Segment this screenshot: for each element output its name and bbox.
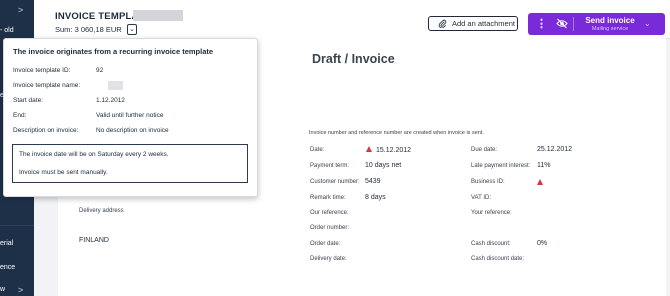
popup-label: End: — [13, 112, 27, 119]
field-value: 25.12.2012 — [537, 146, 573, 153]
field-label: Late payment interest: — [471, 163, 531, 169]
schedule-info-box: The invoice date will be on Saturday eve… — [12, 144, 248, 183]
field-label: Payment term: — [310, 163, 350, 169]
field-business-id — [537, 179, 547, 187]
chevron-right-icon[interactable]: > — [18, 285, 23, 295]
field-label: Our reference: — [310, 210, 349, 216]
field-label: Your reference: — [471, 210, 512, 216]
popup-title: The invoice originates from a recurring … — [13, 47, 214, 56]
delivery-country: FINLAND — [79, 237, 109, 244]
field-label: Remark time: — [310, 195, 346, 201]
sidebar-item-material[interactable]: erial — [0, 240, 13, 247]
eye-off-icon[interactable] — [556, 18, 568, 29]
field-date: 15.12.2012 — [366, 146, 411, 154]
invoice-sum: Sum: 3 060,18 EUR — [55, 25, 122, 34]
info-toggle-icon[interactable]: ⌄ — [127, 24, 137, 35]
add-attachment-label: Add an attachment — [452, 19, 515, 28]
delivery-address-label: Delivery address — [79, 208, 124, 214]
number-note: Invoice number and reference number are … — [309, 130, 484, 136]
popup-value: No description on invoice — [96, 127, 169, 134]
more-options-icon[interactable]: ⋮ — [536, 17, 547, 30]
popup-label: Start date: — [13, 97, 43, 104]
field-label: VAT ID: — [471, 195, 492, 201]
field-value: 0% — [537, 240, 548, 247]
popup-value: 1.12.2012 — [96, 97, 125, 104]
recurring-template-popup: The invoice originates from a recurring … — [3, 38, 258, 197]
popup-label: Description on invoice: — [13, 127, 79, 134]
field-label: Cash discount date: — [471, 256, 525, 262]
field-label: Delivery date: — [310, 256, 347, 262]
add-attachment-button[interactable]: Add an attachment — [428, 16, 518, 31]
popup-value: 92 — [96, 67, 104, 74]
sidebar-item-w[interactable]: w — [0, 286, 5, 293]
send-invoice-button[interactable]: ⋮ Send invoice Mailing service ⌄ — [528, 13, 665, 35]
field-value: 11% — [537, 162, 551, 169]
field-label: Due date: — [471, 147, 498, 153]
template-name-redacted — [108, 81, 123, 90]
field-label: Date: — [310, 147, 325, 153]
document-title: Draft / Invoice — [312, 52, 395, 66]
field-label: Business ID: — [471, 179, 505, 185]
field-label: Order date: — [310, 241, 341, 247]
invoice-header: INVOICE TEMPLATE: Sum: 3 060,18 EUR ⌄ Ad… — [34, 0, 670, 39]
field-value: 5439 — [365, 178, 381, 185]
button-divider — [573, 17, 574, 31]
send-invoice-sublabel: Mailing service — [591, 26, 629, 32]
warning-icon — [366, 146, 372, 152]
schedule-text: The invoice date will be on Saturday eve… — [19, 151, 169, 158]
sidebar-divider — [0, 225, 34, 226]
field-value: 8 days — [365, 194, 386, 201]
field-label: Customer number: — [310, 179, 360, 185]
sidebar-item-old[interactable]: - old — [0, 27, 14, 34]
popup-value: Valid until further notice — [96, 112, 164, 119]
warning-icon — [537, 179, 543, 185]
template-name-redacted — [133, 10, 183, 21]
field-label: Cash discount: — [471, 241, 511, 247]
chevron-down-icon[interactable]: ⌄ — [644, 19, 651, 28]
popup-label: Invoice template name: — [13, 82, 81, 89]
field-value: 15.12.2012 — [376, 147, 412, 154]
field-label: Order number: — [310, 225, 350, 231]
sidebar-item-reference[interactable]: ence — [0, 264, 15, 271]
popup-label: Invoice template ID: — [13, 67, 71, 74]
chevron-right-icon[interactable]: > — [18, 5, 23, 15]
paperclip-icon — [438, 19, 447, 28]
send-invoice-label: Send invoice — [585, 16, 635, 25]
send-mode-text: Invoice must be sent manually. — [19, 169, 108, 176]
field-value: 10 days net — [365, 162, 402, 169]
